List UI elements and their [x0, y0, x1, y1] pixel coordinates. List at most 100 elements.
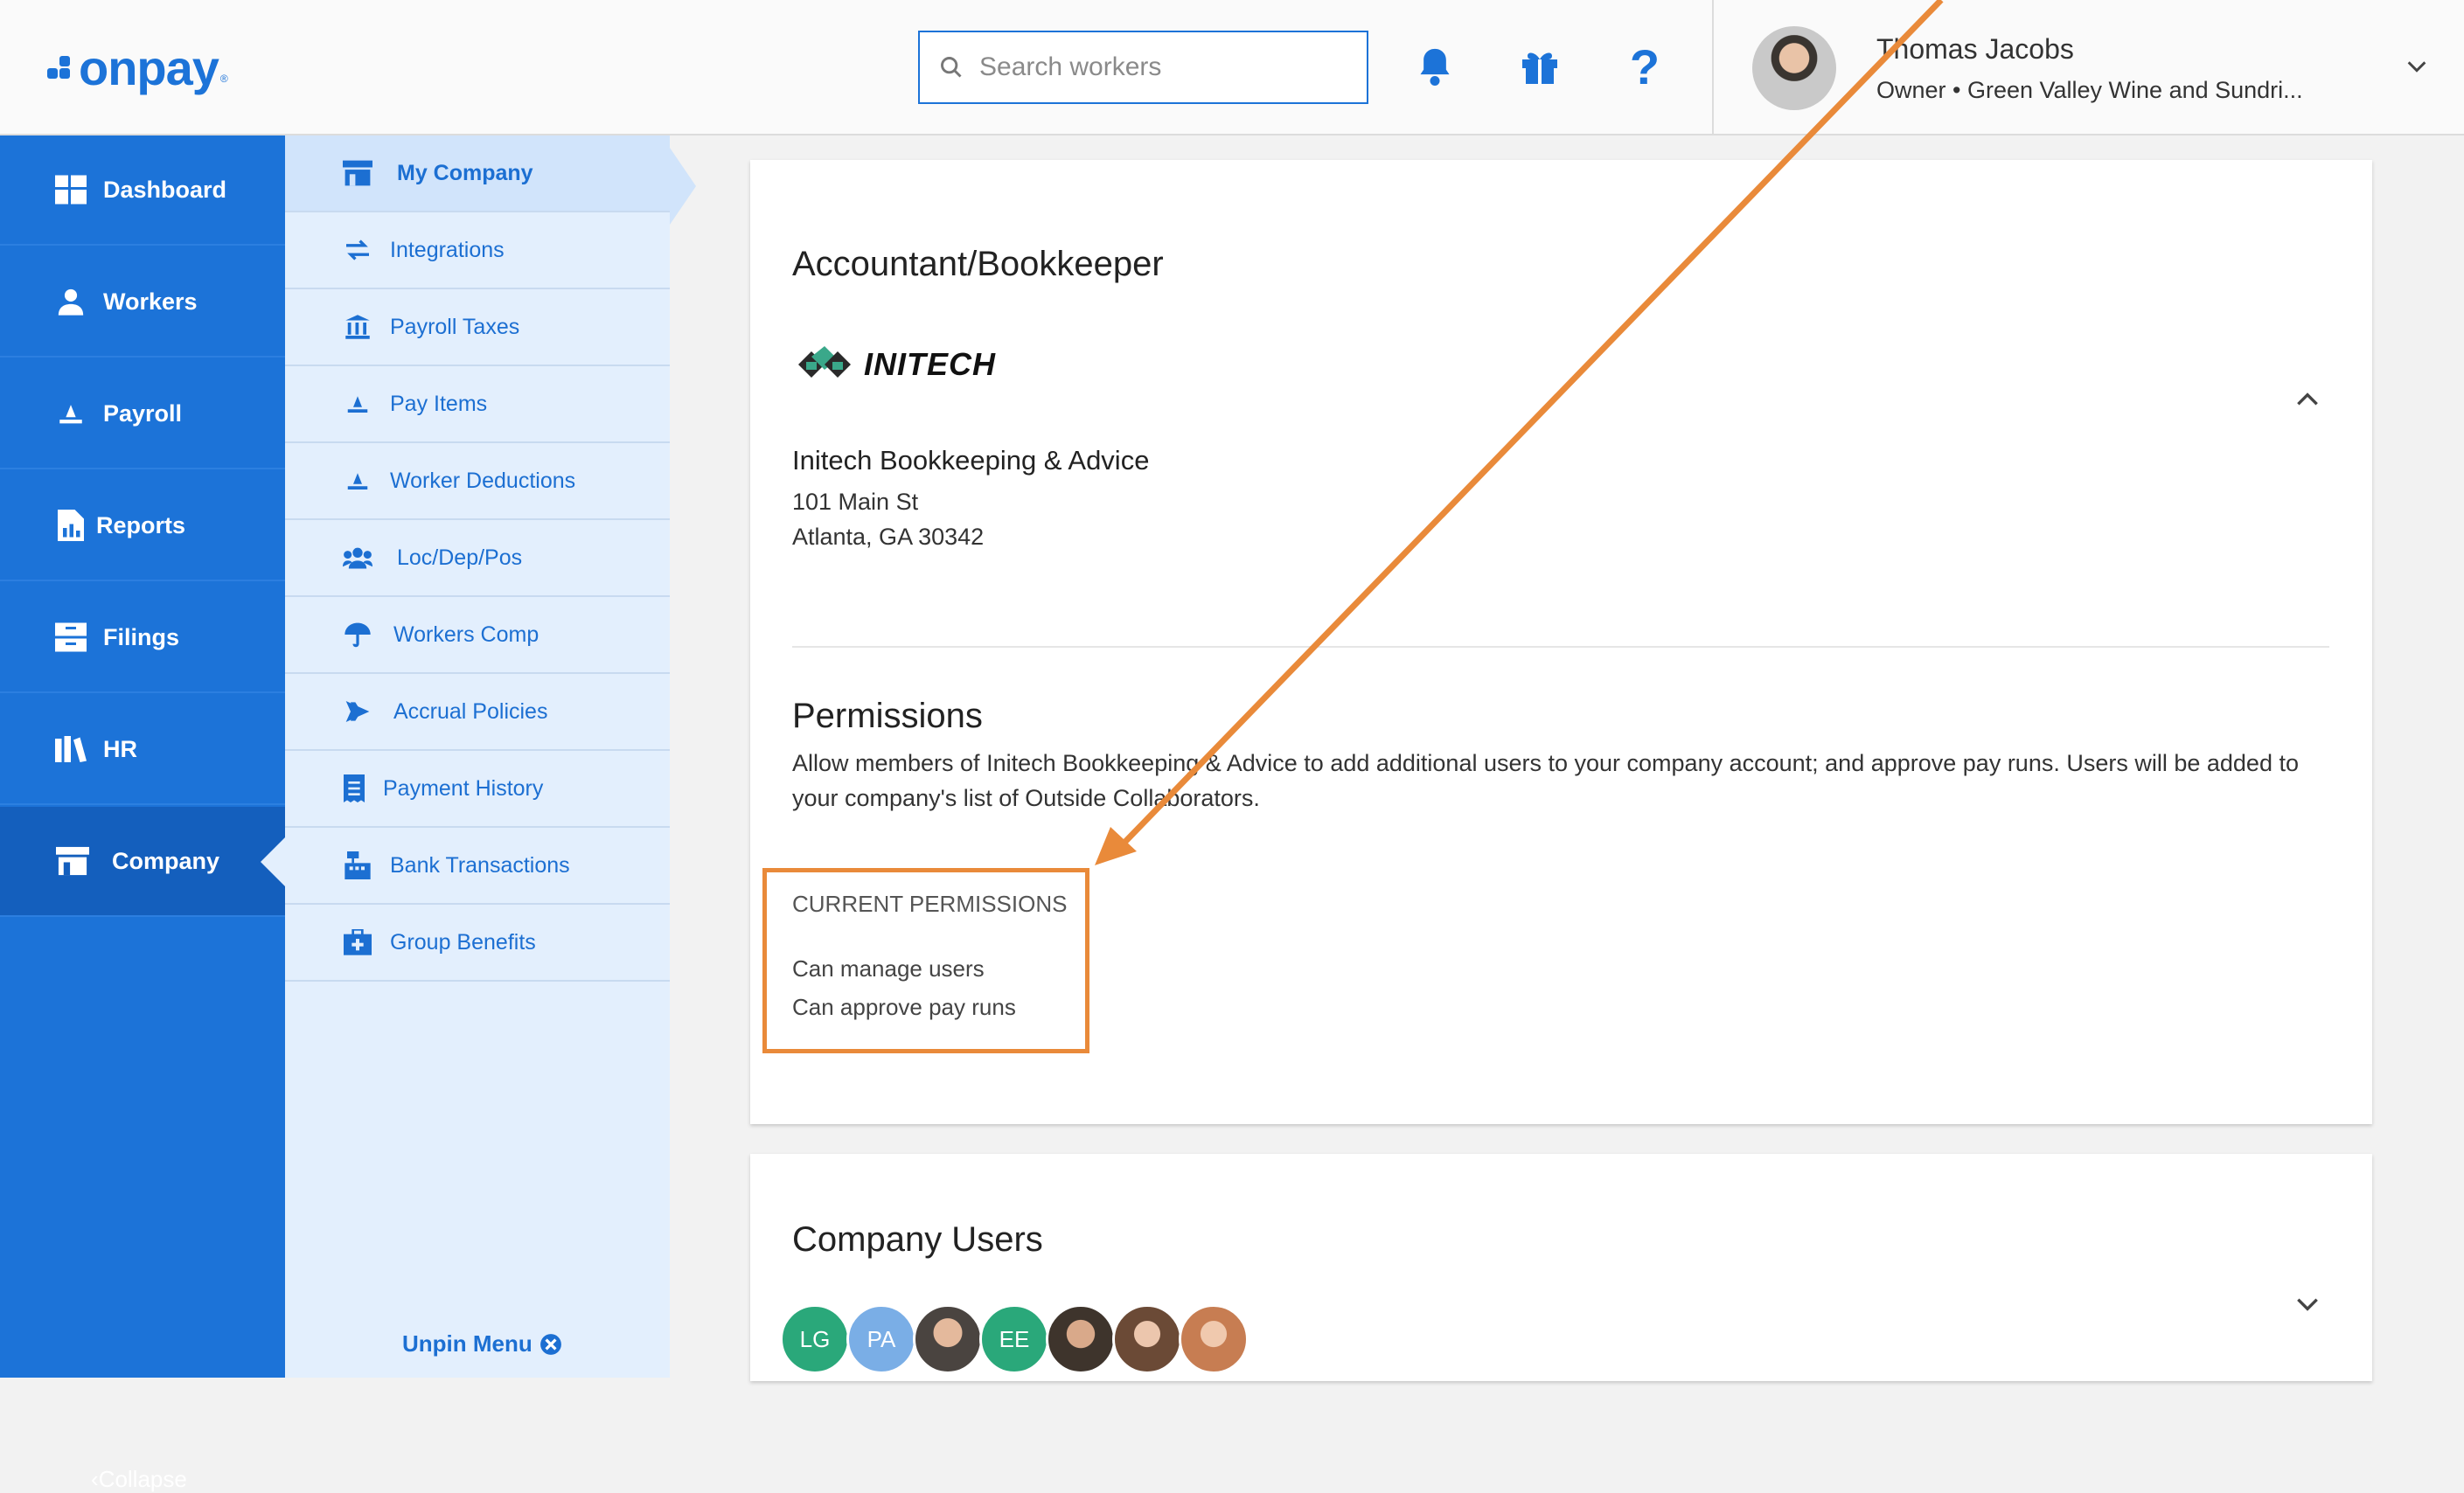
subnav-item-loc-dep-pos[interactable]: Loc/Dep/Pos [285, 520, 670, 597]
chevron-down-icon[interactable] [2405, 54, 2429, 79]
reports-icon [54, 509, 87, 542]
accountant-company-name: Initech Bookkeeping & Advice [792, 445, 1150, 476]
medical-kit-icon [343, 927, 372, 957]
company-users-card: Company Users LG PA EE [750, 1154, 2372, 1381]
initech-logo: INITECH [796, 344, 996, 385]
close-circle-icon [539, 1333, 561, 1355]
sub-sidebar: My Company Integrations Payroll Taxes Pa… [285, 135, 696, 1378]
payroll-icon [54, 397, 87, 430]
accountant-card: Accountant/Bookkeeper INITECH Initech Bo… [750, 160, 2372, 1124]
cash-register-icon [343, 851, 372, 880]
nav-item-dashboard[interactable]: Dashboard [0, 135, 285, 246]
top-header: onpay ® ? Thomas Jacobs Owner • Green Va… [0, 0, 2464, 135]
nav-item-hr[interactable]: HR [0, 695, 285, 805]
logo-text: onpay [79, 39, 219, 95]
hr-icon [54, 733, 87, 766]
user-avatar-list: LG PA EE [780, 1304, 1249, 1374]
permission-item: Can manage users [792, 955, 985, 982]
initech-logo-icon [798, 346, 851, 378]
subnav-label: Payroll Taxes [390, 314, 520, 339]
subnav-item-payroll-taxes[interactable]: Payroll Taxes [285, 289, 670, 366]
pay-items-icon [343, 389, 372, 419]
nav-label: Company [112, 847, 220, 874]
address-line2: Atlanta, GA 30342 [792, 524, 985, 550]
search-icon [941, 57, 962, 78]
subnav-item-group-benefits[interactable]: Group Benefits [285, 905, 670, 982]
subnav-item-worker-deductions[interactable]: Worker Deductions [285, 443, 670, 520]
address-line1: 101 Main St [792, 489, 919, 515]
subnav-item-accrual-policies[interactable]: Accrual Policies [285, 674, 670, 751]
registered-mark: ® [219, 73, 228, 85]
airplane-icon [343, 697, 372, 726]
permission-item: Can approve pay runs [792, 994, 1016, 1020]
avatar[interactable]: LG [780, 1304, 850, 1374]
subnav-item-integrations[interactable]: Integrations [285, 212, 670, 289]
nav-label: Reports [96, 511, 186, 538]
nav-label: HR [103, 735, 137, 762]
logo-mark-icon [47, 54, 73, 80]
subnav-item-pay-items[interactable]: Pay Items [285, 366, 670, 443]
user-menu[interactable]: Thomas Jacobs Owner • Green Valley Wine … [1712, 0, 2464, 135]
nav-label: Payroll [103, 399, 183, 427]
deductions-icon [343, 466, 372, 496]
collapse-button[interactable]: ‹Collapse [91, 1466, 187, 1493]
avatar[interactable]: PA [846, 1304, 916, 1374]
nav-item-payroll[interactable]: Payroll [0, 359, 285, 469]
nav-item-filings[interactable]: Filings [0, 583, 285, 693]
avatar[interactable] [913, 1304, 983, 1374]
active-pointer [670, 148, 696, 225]
user-role: Owner • Green Valley Wine and Sundri... [1876, 77, 2303, 103]
subnav-label: My Company [397, 160, 533, 185]
filings-icon [54, 621, 87, 654]
permissions-title: Permissions [792, 697, 983, 735]
subnav-label: Workers Comp [393, 622, 539, 647]
subnav-label: Payment History [383, 775, 544, 801]
active-pointer [261, 837, 285, 886]
subnav-label: Accrual Policies [393, 698, 548, 724]
avatar[interactable] [1112, 1304, 1182, 1374]
nav-item-reports[interactable]: Reports [0, 471, 285, 581]
subnav-item-bank-transactions[interactable]: Bank Transactions [285, 828, 670, 905]
avatar[interactable]: EE [979, 1304, 1049, 1374]
avatar[interactable] [1179, 1304, 1249, 1374]
company-users-title: Company Users [792, 1220, 1043, 1259]
receipt-icon [339, 774, 369, 803]
avatar[interactable] [1752, 26, 1836, 110]
chevron-up-icon[interactable] [2293, 385, 2321, 413]
workers-icon [54, 285, 87, 318]
current-permissions-heading: CURRENT PERMISSIONS [792, 891, 1068, 917]
help-icon[interactable]: ? [1621, 39, 1668, 94]
subnav-item-my-company[interactable]: My Company [285, 135, 696, 225]
nav-label: Workers [103, 288, 198, 315]
nav-item-company[interactable]: Company [0, 807, 285, 917]
subnav-label: Bank Transactions [390, 852, 570, 878]
initech-logo-text: INITECH [864, 346, 996, 382]
subnav-label: Integrations [390, 237, 505, 262]
unpin-menu-button[interactable]: Unpin Menu [402, 1330, 562, 1358]
search-input[interactable] [978, 52, 1348, 83]
subnav-label: Group Benefits [390, 929, 536, 955]
bank-icon [343, 312, 372, 342]
subnav-item-workers-comp[interactable]: Workers Comp [285, 597, 670, 674]
chevron-down-icon[interactable] [2293, 1290, 2321, 1318]
store-icon [343, 158, 372, 188]
subnav-label: Pay Items [390, 391, 488, 416]
company-icon [56, 844, 89, 878]
users-group-icon [343, 543, 372, 573]
search-box[interactable] [918, 31, 1368, 104]
subnav-label: Loc/Dep/Pos [397, 545, 523, 570]
nav-item-workers[interactable]: Workers [0, 247, 285, 358]
subnav-item-payment-history[interactable]: Payment History [285, 751, 670, 828]
collapse-label: Collapse [98, 1466, 187, 1492]
umbrella-icon [343, 620, 372, 649]
gift-icon[interactable] [1516, 40, 1563, 93]
permissions-description: Allow members of Initech Bookkeeping & A… [792, 750, 2299, 811]
unpin-label: Unpin Menu [402, 1330, 532, 1357]
accountant-title: Accountant/Bookkeeper [792, 245, 1164, 283]
bell-icon[interactable] [1411, 40, 1458, 93]
onpay-logo[interactable]: onpay ® [47, 37, 228, 98]
user-name: Thomas Jacobs [1876, 33, 2074, 65]
dashboard-icon [54, 173, 87, 206]
subnav-label: Worker Deductions [390, 468, 576, 493]
avatar[interactable] [1046, 1304, 1116, 1374]
